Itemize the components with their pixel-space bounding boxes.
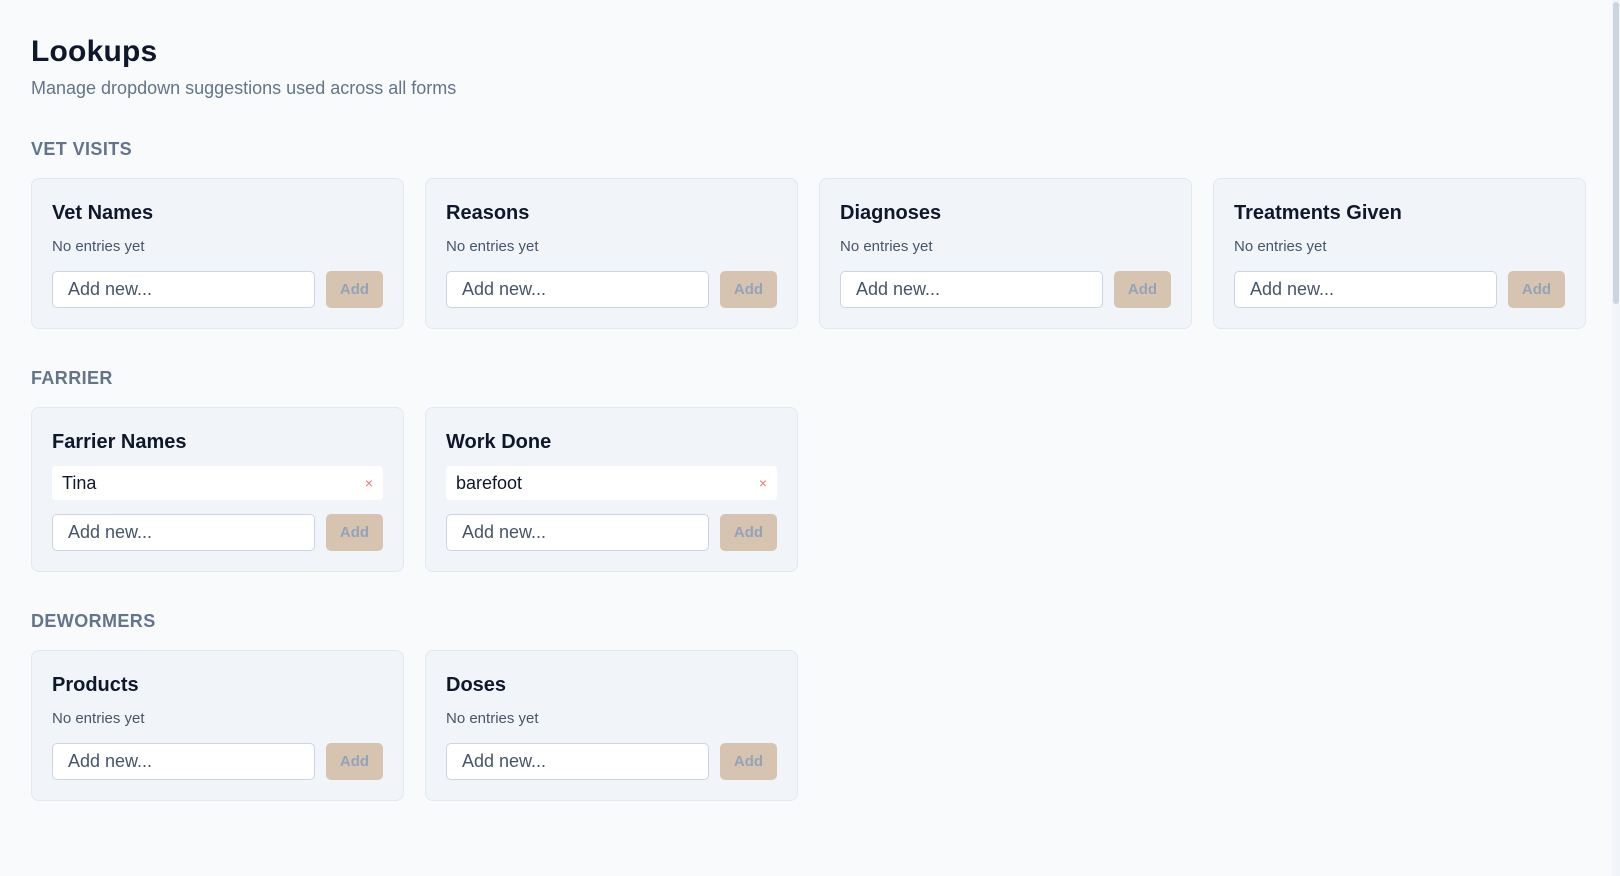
lookup-card-doses: Doses No entries yet Add <box>425 650 798 801</box>
page-subtitle: Manage dropdown suggestions used across … <box>31 78 457 98</box>
add-button[interactable]: Add <box>1114 271 1171 308</box>
add-entry-row: Add <box>446 271 777 308</box>
add-entry-row: Add <box>52 271 383 308</box>
add-button[interactable]: Add <box>720 743 777 780</box>
lookup-card-work-done: Work Done barefoot × Add <box>425 407 798 572</box>
entry-label: Tina <box>62 472 97 493</box>
card-title: Products <box>52 674 139 696</box>
lookup-card-diagnoses: Diagnoses No entries yet Add <box>819 178 1192 329</box>
section-title: DEWORMERS <box>31 611 156 631</box>
section-title: FARRIER <box>31 368 113 388</box>
empty-state-text: No entries yet <box>446 238 539 255</box>
add-entry-row: Add <box>446 743 777 780</box>
card-title: Treatments Given <box>1234 202 1402 224</box>
card-title: Work Done <box>446 431 552 453</box>
lookup-entry: barefoot × <box>446 466 777 500</box>
lookup-card-treatments-given: Treatments Given No entries yet Add <box>1213 178 1586 329</box>
add-new-input[interactable] <box>52 271 315 308</box>
lookup-card-reasons: Reasons No entries yet Add <box>425 178 798 329</box>
add-button[interactable]: Add <box>720 271 777 308</box>
add-button[interactable]: Add <box>720 514 777 551</box>
section-vet-visits: VET VISITSVet NamesNo entries yetAddReas… <box>31 137 1589 329</box>
vertical-scrollbar[interactable] <box>1612 0 1620 876</box>
add-new-input[interactable] <box>52 514 315 551</box>
card-grid: Vet Names No entries yet Add Reasons No entr… <box>31 178 1589 329</box>
add-entry-row: Add <box>52 514 383 551</box>
add-entry-row: Add <box>446 514 777 551</box>
add-new-input[interactable] <box>840 271 1103 308</box>
entry-label: barefoot <box>456 472 523 493</box>
add-new-input[interactable] <box>446 514 709 551</box>
add-new-input[interactable] <box>446 271 709 308</box>
card-grid: Farrier Names Tina × Add Work Done barefoot × A… <box>31 407 1589 572</box>
add-button[interactable]: Add <box>326 514 383 551</box>
remove-entry-icon[interactable]: × <box>759 476 767 490</box>
lookups-page: Lookups Manage dropdown suggestions used… <box>0 0 1620 876</box>
sections-container: VET VISITSVet NamesNo entries yetAddReas… <box>31 137 1589 801</box>
empty-state-text: No entries yet <box>52 238 145 255</box>
card-title: Diagnoses <box>840 202 942 224</box>
lookup-card-vet-names: Vet Names No entries yet Add <box>31 178 404 329</box>
add-button[interactable]: Add <box>1508 271 1565 308</box>
card-grid: Products No entries yet Add Doses No entries… <box>31 650 1589 801</box>
add-new-input[interactable] <box>52 743 315 780</box>
add-button[interactable]: Add <box>326 271 383 308</box>
add-button[interactable]: Add <box>326 743 383 780</box>
add-entry-row: Add <box>1234 271 1565 308</box>
add-new-input[interactable] <box>446 743 709 780</box>
card-title: Doses <box>446 674 507 696</box>
section-dewormers: DEWORMERS Products No entries yet Add Doses N… <box>31 609 1589 801</box>
card-title: Reasons <box>446 202 530 224</box>
lookup-card-products: Products No entries yet Add <box>31 650 404 801</box>
lookup-entry: Tina × <box>52 466 383 500</box>
add-entry-row: Add <box>840 271 1171 308</box>
add-entry-row: Add <box>52 743 383 780</box>
section-farrier: FARRIER Farrier Names Tina × Add Work Done bar… <box>31 366 1589 572</box>
card-title: Vet Names <box>52 202 154 224</box>
remove-entry-icon[interactable]: × <box>365 476 373 490</box>
empty-state-text: No entries yet <box>52 710 145 727</box>
add-new-input[interactable] <box>1234 271 1497 308</box>
empty-state-text: No entries yet <box>446 710 539 727</box>
lookup-card-farrier-names: Farrier Names Tina × Add <box>31 407 404 572</box>
empty-state-text: No entries yet <box>1234 238 1327 255</box>
scrollbar-thumb[interactable] <box>1613 2 1619 304</box>
card-title: Farrier Names <box>52 431 187 453</box>
page-title: Lookups <box>31 35 158 68</box>
empty-state-text: No entries yet <box>840 238 933 255</box>
section-title: VET VISITS <box>31 139 133 159</box>
